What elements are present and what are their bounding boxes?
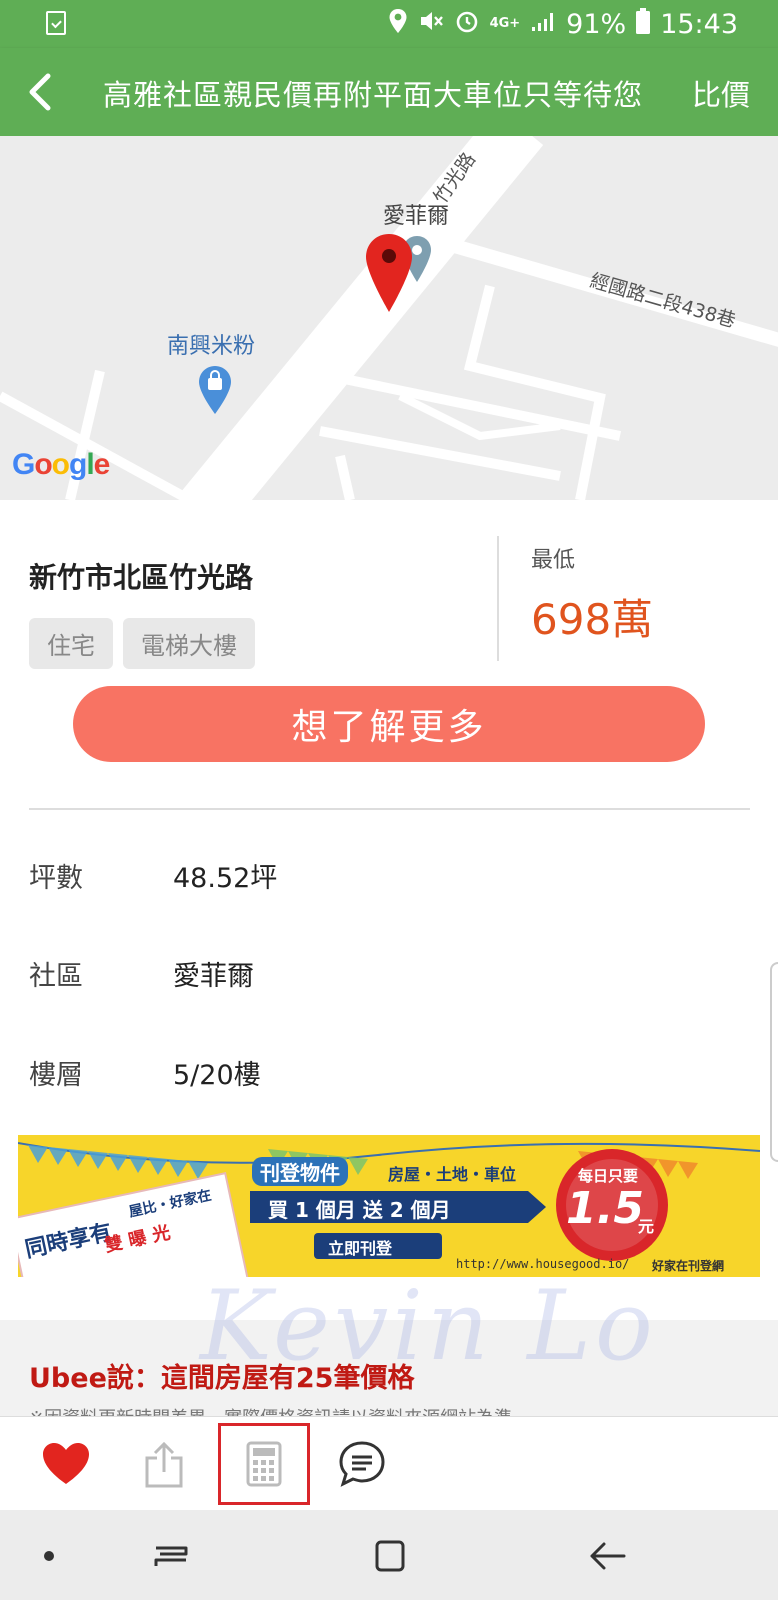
scroll-handle[interactable] (770, 962, 778, 1162)
google-logo: Google (12, 448, 110, 481)
detail-key: 社區 (29, 961, 83, 992)
vertical-divider (497, 536, 499, 661)
detail-key: 坪數 (29, 863, 83, 894)
poi-label-aifeier: 愛菲爾 (383, 204, 450, 229)
chevron-left-icon (29, 73, 51, 111)
banner-post-button[interactable]: 立即刊登 (328, 1235, 392, 1259)
clock: 15:43 (660, 8, 738, 40)
system-nav-bar (0, 1510, 778, 1600)
dot-icon (44, 1551, 54, 1561)
map-view[interactable]: 竹光路 經國路二段438巷 愛菲爾 南興米粉 Google (0, 136, 778, 500)
signal-icon (530, 9, 556, 39)
status-icons: 4G+ 91% 15:43 (388, 8, 738, 40)
shopping-bag-pin-icon[interactable] (196, 364, 234, 416)
watermark: Kevin Lo (200, 1270, 657, 1382)
bottom-action-bar (0, 1416, 778, 1510)
detail-key: 樓層 (29, 1060, 83, 1091)
battery-percent: 91% (566, 8, 627, 40)
learn-more-button[interactable]: 想了解更多 (73, 686, 705, 762)
listing-summary: 新竹市北區竹光路 住宅 電梯大樓 最低 698萬 想了解更多 (0, 500, 778, 800)
badge-unit: 元 (638, 1217, 655, 1236)
banner-url: http://www.housegood.io/ (456, 1257, 630, 1271)
message-button[interactable] (316, 1417, 408, 1511)
listing-address: 新竹市北區竹光路 (29, 561, 254, 594)
price-value: 698萬 (531, 595, 654, 644)
location-icon (388, 8, 408, 40)
recent-apps-button[interactable] (146, 1538, 196, 1574)
banner-categories: 房屋・土地・車位 (388, 1165, 517, 1184)
section-divider (29, 808, 750, 810)
detail-value: 愛菲爾 (173, 961, 254, 992)
home-button[interactable] (364, 1538, 414, 1574)
chat-icon (339, 1441, 385, 1487)
alarm-icon (454, 8, 480, 40)
status-bar: 4G+ 91% 15:43 (0, 0, 778, 48)
share-button[interactable] (118, 1417, 210, 1511)
calculator-icon (246, 1441, 282, 1487)
share-icon (145, 1441, 183, 1488)
ad-banner[interactable]: 刊登物件 房屋・土地・車位 買 1 個月 送 2 個月 立即刊登 每日只要 1.… (18, 1135, 760, 1277)
poi-label-nanxing: 南興米粉 (167, 334, 256, 359)
clipboard-check-icon (46, 11, 66, 35)
banner-offer: 買 1 個月 送 2 個月 (268, 1198, 451, 1222)
map-roads (0, 136, 778, 500)
banner-brand: 好家在刊登網 (652, 1259, 725, 1273)
badge-price: 1.5 (566, 1183, 644, 1234)
favorite-button[interactable] (20, 1417, 112, 1511)
price-label: 最低 (531, 548, 576, 573)
page-title: 高雅社區親民價再附平面大車位只等待您 (103, 78, 644, 112)
mute-icon (418, 9, 444, 39)
compare-button[interactable]: 比價 (692, 72, 750, 114)
app-bar: 高雅社區親民價再附平面大車位只等待您 比價 (0, 48, 778, 136)
tag-elevator-building: 電梯大樓 (123, 618, 255, 669)
back-nav-button[interactable] (582, 1538, 632, 1574)
detail-value: 5/20樓 (173, 1060, 261, 1091)
heart-icon (43, 1443, 89, 1484)
banner-headline: 刊登物件 (252, 1157, 348, 1186)
detail-value: 48.52坪 (173, 863, 278, 894)
calculator-button[interactable] (218, 1423, 310, 1505)
tag-residential: 住宅 (29, 618, 113, 669)
battery-icon (636, 8, 651, 40)
network-type: 4G+ (489, 16, 521, 31)
red-map-pin-icon[interactable] (364, 232, 414, 314)
listing-tags: 住宅 電梯大樓 (29, 618, 255, 669)
back-button[interactable] (22, 68, 62, 116)
